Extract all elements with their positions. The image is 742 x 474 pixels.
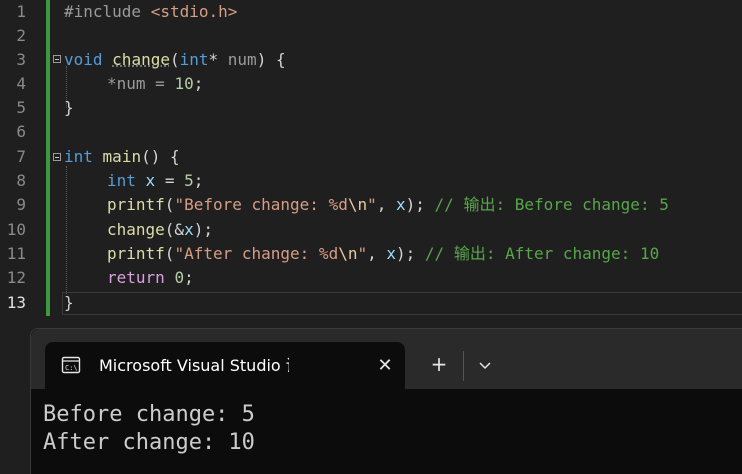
code-line-13[interactable]: }	[64, 291, 74, 315]
tab-title: Microsoft Visual Studio 调试控制台	[99, 356, 289, 375]
divider	[463, 351, 464, 381]
current-line-highlight	[62, 292, 742, 315]
code-line-3[interactable]: void change(int* num) {	[64, 48, 286, 72]
code-line-8[interactable]: int x = 5;	[107, 169, 203, 193]
debug-console-window[interactable]: C:\ Microsoft Visual Studio 调试控制台 ✕ + Be…	[30, 328, 742, 474]
code-line-11[interactable]: printf("After change: %d\n", x); // 输出: …	[107, 242, 659, 266]
collapse-icon[interactable]	[53, 153, 61, 161]
code-line-10[interactable]: change(&x);	[107, 218, 213, 242]
code-line-9[interactable]: printf("Before change: %d\n", x); // 输出:…	[107, 193, 669, 217]
collapse-icon[interactable]	[53, 55, 61, 63]
line-number: 11	[6, 244, 26, 263]
current-line-number: 13	[6, 293, 26, 312]
code-editor[interactable]: 1 2 3 4 5 6 7 8 9 10 11 12 13 #include <…	[0, 0, 742, 318]
close-icon[interactable]: ✕	[375, 356, 395, 376]
line-number: 1	[16, 2, 26, 21]
line-number: 4	[16, 74, 26, 93]
code-line-5[interactable]: }	[64, 96, 74, 120]
line-number: 10	[6, 220, 26, 239]
new-tab-button[interactable]: +	[427, 353, 451, 377]
console-line: Before change: 5	[43, 402, 255, 427]
line-number: 5	[16, 98, 26, 117]
code-line-7[interactable]: int main() {	[64, 145, 180, 169]
line-number: 6	[16, 122, 26, 141]
line-number: 3	[16, 50, 26, 69]
terminal-icon: C:\	[61, 356, 81, 374]
code-line-1[interactable]: #include <stdio.h>	[64, 0, 237, 24]
code-line-12[interactable]: return 0;	[107, 266, 194, 290]
console-line: After change: 10	[43, 430, 255, 455]
svg-text:C:\: C:\	[65, 364, 78, 372]
tab-debug-console[interactable]: C:\ Microsoft Visual Studio 调试控制台 ✕	[45, 342, 405, 389]
line-number: 7	[16, 147, 26, 166]
line-number-gutter: 1 2 3 4 5 6 7 8 9 10 11 12 13	[0, 0, 44, 318]
code-line-4[interactable]: *num = 10;	[107, 72, 203, 96]
line-number: 8	[16, 171, 26, 190]
console-output: Before change: 5 After change: 10	[43, 401, 255, 457]
indent-guide	[66, 166, 67, 294]
chevron-down-icon[interactable]	[475, 355, 495, 375]
line-number: 9	[16, 195, 26, 214]
terminal-titlebar[interactable]: C:\ Microsoft Visual Studio 调试控制台 ✕ +	[31, 329, 742, 389]
change-indicator-bar	[46, 0, 50, 316]
line-number: 12	[6, 268, 26, 287]
line-number: 2	[16, 26, 26, 45]
